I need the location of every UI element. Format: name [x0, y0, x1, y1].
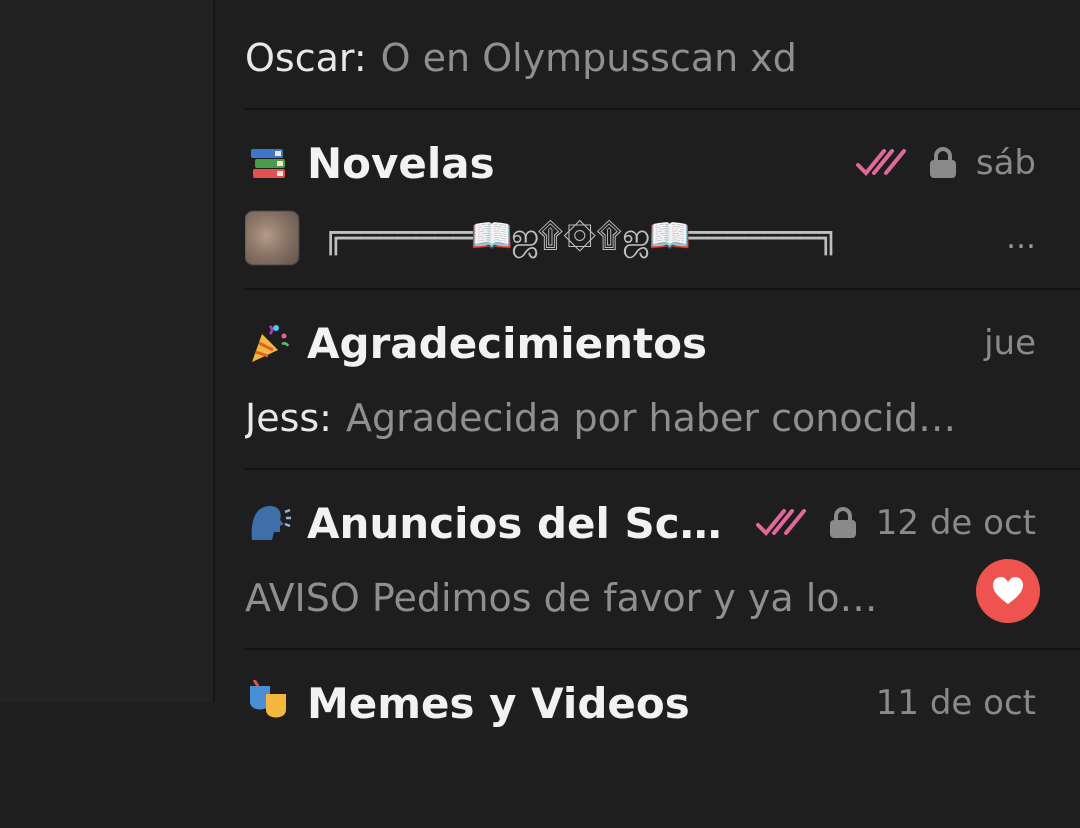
chat-sender: Jess: [245, 396, 332, 440]
chat-date: 12 de oct [875, 503, 1036, 543]
more-indicator: … [1006, 220, 1036, 256]
chat-date: jue [984, 323, 1036, 363]
chat-preview-line: ╔═══════📖ஜ۩۞۩ஜ📖═══════╗ … [245, 208, 1036, 268]
chat-preview: O en Olympusscan xd [380, 36, 797, 80]
double-check-icon [855, 149, 906, 176]
performing-arts-emoji-icon [245, 679, 293, 727]
chat-title: Memes y Videos [307, 678, 690, 728]
chat-row-oscar[interactable]: Oscar: O en Olympusscan xd 5 [245, 0, 1080, 110]
lock-icon [929, 147, 956, 178]
double-check-icon [755, 509, 806, 536]
chat-preview: AVISO Pedimos de favor y ya lo… [245, 576, 878, 620]
chat-preview-line: Oscar: O en Olympusscan xd [245, 28, 1036, 88]
chat-preview: ╔═══════📖ஜ۩۞۩ஜ📖═══════╗ [323, 216, 837, 256]
chat-row-anuncios[interactable]: Anuncios del Sc… 12 de oct AVISO Pedimos… [245, 468, 1080, 650]
chat-row-novelas[interactable]: Novelas sáb ╔═══════📖ஜ۩۞۩ஜ📖═══════╗ … [245, 108, 1080, 290]
left-sidebar [0, 0, 215, 702]
books-emoji-icon [245, 139, 293, 187]
chat-title: Agradecimientos [307, 318, 707, 368]
chat-preview-line: AVISO Pedimos de favor y ya lo… [245, 568, 960, 628]
chat-row-agradecimientos[interactable]: Agradecimientos jue Jess: Agradecida por… [245, 288, 1080, 470]
chat-title: Anuncios del Sc… [307, 498, 722, 548]
speaking-head-emoji-icon [245, 499, 293, 547]
chat-date: 11 de oct [875, 683, 1036, 723]
chat-title: Novelas [307, 138, 495, 188]
chat-preview: Agradecida por haber conocid… [345, 396, 957, 440]
chat-preview-line: Jess: Agradecida por haber conocid… [245, 388, 1036, 448]
lock-icon [829, 507, 856, 538]
chat-date: sáb [975, 143, 1036, 183]
chat-row-memes[interactable]: Memes y Videos 11 de oct [245, 648, 1080, 828]
party-popper-emoji-icon [245, 319, 293, 367]
heart-reaction-icon[interactable] [976, 559, 1040, 623]
chat-list: Oscar: O en Olympusscan xd 5 Novelas [215, 0, 1080, 728]
chat-sender: Oscar: [245, 36, 367, 80]
preview-thumbnail [245, 211, 299, 265]
